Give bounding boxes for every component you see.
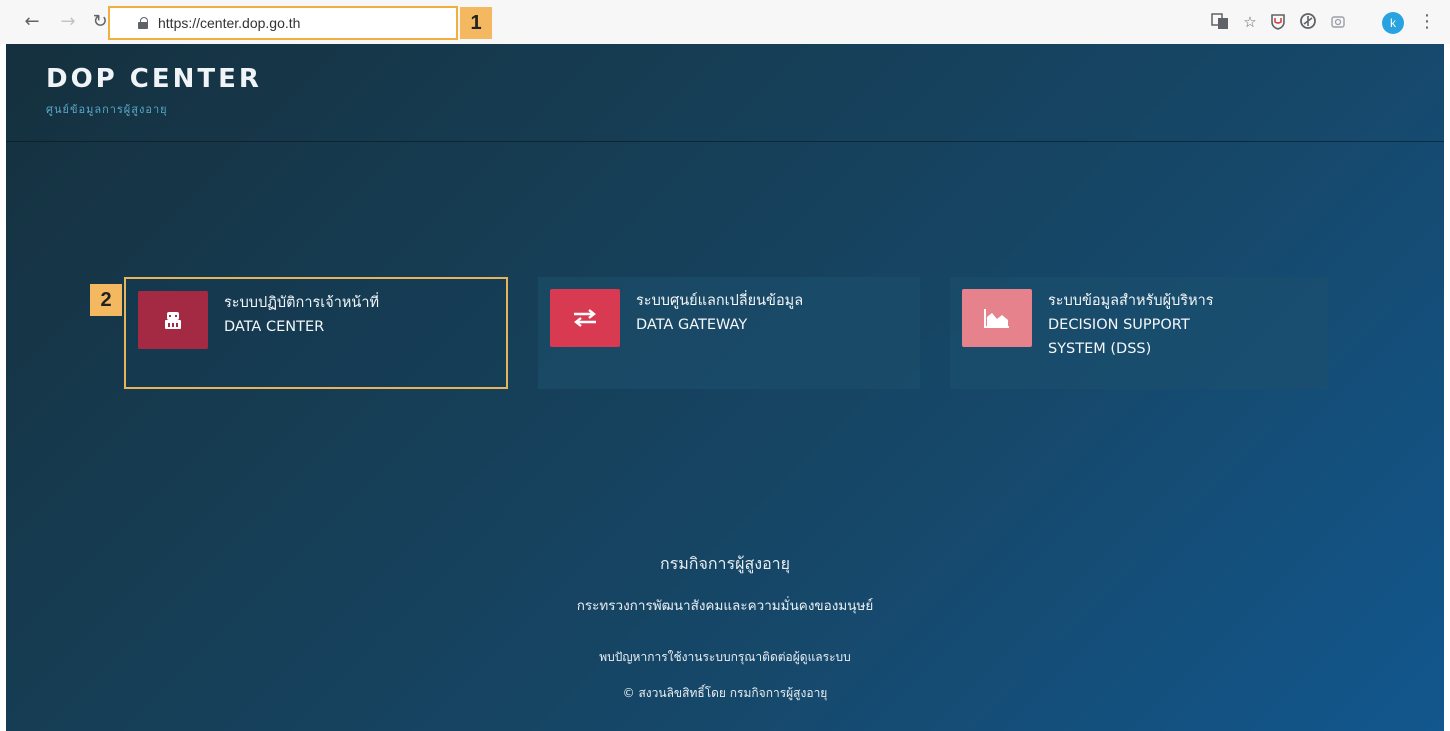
card-english-label: DECISION SUPPORT — [1048, 317, 1190, 333]
card-icon-box — [550, 289, 620, 347]
card-thai-label: ระบบข้อมูลสำหรับผู้บริหาร — [1048, 293, 1214, 309]
card-text: ระบบข้อมูลสำหรับผู้บริหาร DECISION SUPPO… — [1048, 289, 1214, 361]
card-icon-box — [138, 291, 208, 349]
translate-icon[interactable] — [1210, 12, 1230, 32]
card-thai-label: ระบบศูนย์แลกเปลี่ยนข้อมูล — [636, 293, 804, 309]
address-bar[interactable]: https://center.dop.go.th — [108, 6, 458, 40]
footer-ministry: กระทรวงการพัฒนาสังคมและความมั่นคงของมนุษ… — [576, 598, 874, 614]
header-divider — [6, 141, 1444, 142]
back-arrow-icon[interactable]: ← — [20, 10, 44, 34]
page-content: DOP CENTER ศูนย์ข้อมูลการผู้สูงอายุ ระบบ… — [6, 44, 1444, 731]
forward-arrow-icon[interactable]: → — [56, 10, 80, 34]
site-title[interactable]: DOP CENTER — [46, 64, 262, 94]
footer-contact[interactable]: พบปัญหาการใช้งานระบบกรุณาติดต่อผู้ดูแลระ… — [6, 648, 1444, 667]
extension-circle-icon[interactable] — [1298, 12, 1318, 32]
step-badge-2: 2 — [90, 284, 122, 316]
url-text: https://center.dop.go.th — [158, 15, 301, 31]
lock-icon — [138, 17, 148, 29]
card-text: ระบบปฏิบัติการเจ้าหน้าที่ DATA CENTER — [224, 291, 379, 339]
footer-copyright: © สงวนลิขสิทธิ์โดย กรมกิจการผู้สูงอายุ — [622, 686, 828, 700]
card-data-center[interactable]: ระบบปฏิบัติการเจ้าหน้าที่ DATA CENTER — [124, 277, 508, 389]
card-dss[interactable]: ระบบข้อมูลสำหรับผู้บริหาร DECISION SUPPO… — [950, 277, 1328, 389]
card-text: ระบบศูนย์แลกเปลี่ยนข้อมูล DATA GATEWAY — [636, 289, 803, 337]
footer-org: กรมกิจการผู้สูงอายุ — [659, 554, 791, 573]
card-data-gateway[interactable]: ระบบศูนย์แลกเปลี่ยนข้อมูล DATA GATEWAY — [538, 277, 920, 389]
card-english-label: DATA CENTER — [224, 319, 325, 335]
exchange-arrows-icon — [574, 309, 596, 327]
browser-toolbar: ← → ↻ https://center.dop.go.th 1 ☆ k ⋮ — [0, 0, 1450, 44]
site-subtitle: ศูนย์ข้อมูลการผู้สูงอายุ — [46, 103, 168, 116]
profile-avatar[interactable]: k — [1382, 12, 1404, 34]
star-icon[interactable]: ☆ — [1240, 12, 1260, 32]
extension-shield-icon[interactable] — [1268, 12, 1288, 32]
step-badge-1: 1 — [460, 7, 492, 39]
kebab-menu-icon[interactable]: ⋮ — [1418, 10, 1436, 34]
card-icon-box — [962, 289, 1032, 347]
card-english-label: DATA GATEWAY — [636, 317, 748, 333]
robot-icon — [165, 312, 181, 329]
camera-extension-icon[interactable] — [1328, 12, 1348, 32]
area-chart-icon — [984, 309, 1009, 328]
card-thai-label: ระบบปฏิบัติการเจ้าหน้าที่ — [224, 295, 380, 311]
card-english-label-2: SYSTEM (DSS) — [1048, 341, 1152, 357]
